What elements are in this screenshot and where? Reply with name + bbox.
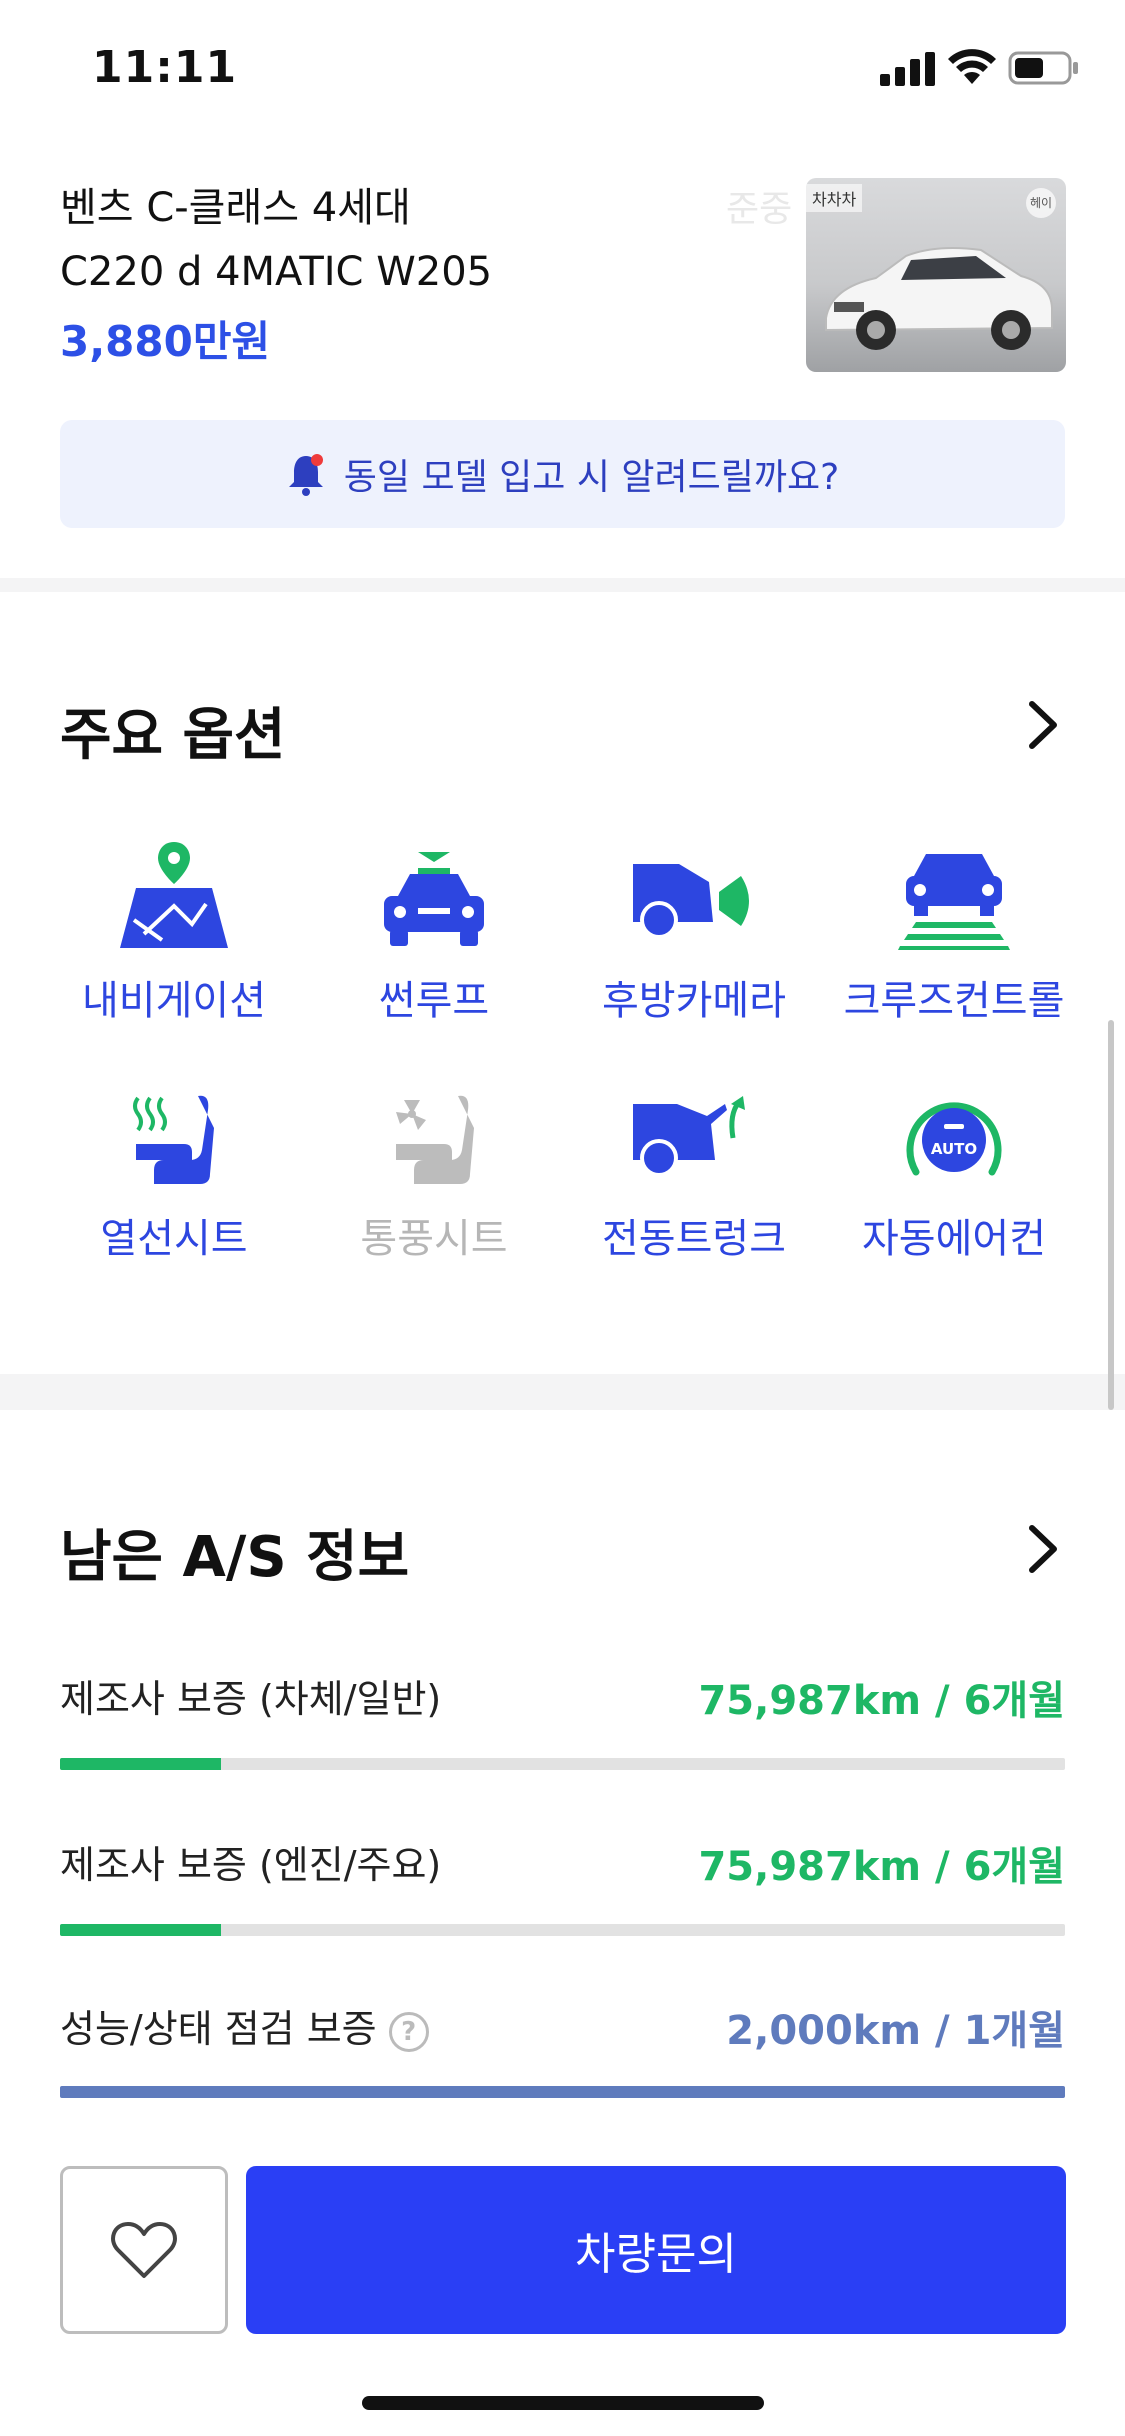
option-auto-aircon: AUTO 자동에어컨: [824, 1088, 1084, 1264]
status-bar: 11:11: [0, 0, 1125, 140]
rear-camera-icon: [633, 864, 749, 939]
cellular-signal-icon: [880, 52, 935, 86]
restock-alert-text: 동일 모델 입고 시 알려드릴까요?: [343, 457, 840, 498]
help-icon[interactable]: ?: [388, 2011, 429, 2052]
as-row-value: 75,987km / 6개월: [698, 1678, 1065, 1724]
as-progress-fill: [60, 1924, 221, 1936]
car-photo: [825, 247, 1053, 350]
car-title-line1: 벤츠 C-클래스 4세대: [60, 185, 411, 231]
as-chevron-right-icon[interactable]: [1022, 1522, 1062, 1576]
as-progress-track: [60, 1924, 1065, 1936]
as-row-value: 2,000km / 1개월: [726, 2008, 1065, 2054]
as-progress-fill: [60, 1758, 221, 1770]
navigation-icon: [120, 842, 228, 948]
car-title: 벤츠 C-클래스 4세대 C220 d 4MATIC W205: [60, 176, 492, 304]
option-sunroof: 썬루프: [304, 840, 564, 1026]
scroll-indicator: [1108, 1020, 1114, 1410]
option-navigation-label: 내비게이션: [82, 978, 266, 1024]
option-rear-camera-label: 후방카메라: [602, 978, 786, 1024]
as-section-title: 남은 A/S 정보: [60, 1525, 410, 1590]
home-indicator[interactable]: [362, 2396, 764, 2410]
option-rear-camera: 후방카메라: [564, 840, 824, 1026]
as-row-label: 성능/상태 점검 보증?: [60, 1998, 429, 2053]
heated-seat-icon: [133, 1095, 214, 1184]
as-progress-fill: [60, 2086, 1065, 2098]
as-row-value: 75,987km / 6개월: [698, 1844, 1065, 1890]
car-title-line2: C220 d 4MATIC W205: [60, 249, 493, 295]
option-auto-aircon-label: 자동에어컨: [862, 1216, 1046, 1262]
section-divider: [0, 578, 1125, 592]
cruise-control-icon: [898, 854, 1010, 950]
heart-icon: [111, 2222, 177, 2278]
bell-icon: [288, 454, 323, 496]
battery-icon: [1008, 51, 1078, 85]
option-sunroof-label: 썬루프: [378, 978, 490, 1024]
as-progress-track: [60, 2086, 1065, 2098]
ventilated-seat-icon: [396, 1095, 474, 1184]
as-row-label-text: 성능/상태 점검 보증: [60, 2007, 377, 2051]
sunroof-icon: [384, 852, 484, 946]
background-faded-text: 준중: [726, 189, 793, 230]
option-heated-seat: 열선시트: [44, 1088, 304, 1264]
as-row-label: 제조사 보증 (차체/일반): [60, 1677, 442, 1721]
options-chevron-right-icon[interactable]: [1022, 698, 1062, 752]
restock-alert-banner[interactable]: 동일 모델 입고 시 알려드릴까요?: [60, 420, 1065, 528]
option-navigation: 내비게이션: [44, 840, 304, 1026]
wifi-icon: [948, 49, 996, 84]
option-power-trunk-label: 전동트렁크: [602, 1216, 786, 1262]
favorite-button[interactable]: [60, 2166, 228, 2334]
option-ventilated-seat-label: 통풍시트: [360, 1216, 508, 1262]
car-price: 3,880만원: [60, 317, 271, 366]
power-trunk-icon: [633, 1096, 745, 1177]
option-cruise-control: 크루즈컨트롤: [824, 840, 1084, 1026]
car-thumbnail[interactable]: 차차차 헤이: [806, 178, 1066, 372]
option-power-trunk: 전동트렁크: [564, 1088, 824, 1264]
option-cruise-control-label: 크루즈컨트롤: [843, 978, 1065, 1024]
auto-badge-text: AUTO: [931, 1140, 977, 1158]
inquire-button[interactable]: 차량문의: [246, 2166, 1066, 2334]
auto-aircon-icon: AUTO: [906, 1102, 1002, 1176]
section-divider: [0, 1374, 1125, 1410]
status-time: 11:11: [92, 42, 238, 93]
as-row-label: 제조사 보증 (엔진/주요): [60, 1843, 442, 1887]
as-progress-track: [60, 1758, 1065, 1770]
option-heated-seat-label: 열선시트: [100, 1216, 248, 1262]
options-section-title: 주요 옵션: [60, 703, 286, 768]
option-ventilated-seat: 통풍시트: [304, 1088, 564, 1264]
